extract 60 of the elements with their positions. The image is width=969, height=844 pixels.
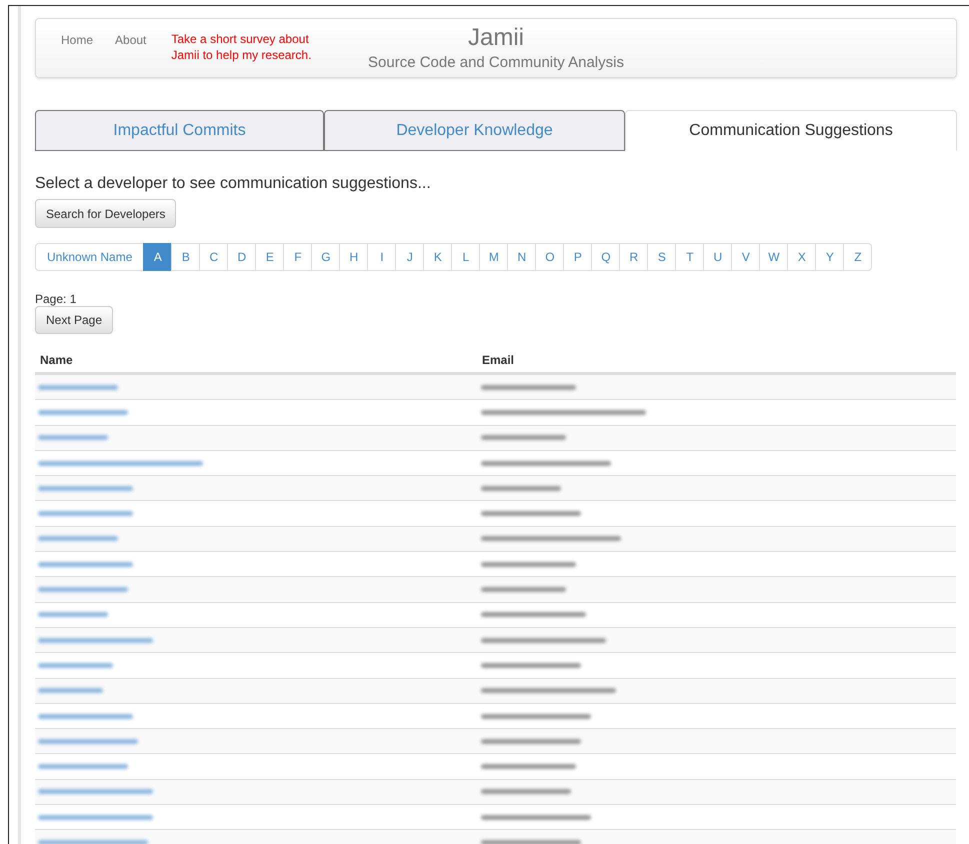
- blurred-name[interactable]: [38, 587, 128, 592]
- blurred-name[interactable]: [38, 714, 133, 718]
- letter-filter[interactable]: L: [451, 243, 480, 271]
- letter-filter[interactable]: E: [255, 243, 284, 271]
- letter-filter[interactable]: S: [647, 243, 676, 271]
- instruction-text: Select a developer to see communication suggestions...: [35, 174, 432, 194]
- tab[interactable]: Communication Suggestions: [625, 110, 957, 151]
- blurred-name[interactable]: [38, 460, 203, 466]
- blurred-name[interactable]: [38, 612, 108, 618]
- blurred-name[interactable]: [38, 789, 153, 794]
- letter-filter[interactable]: Z: [843, 243, 872, 271]
- letter-filter[interactable]: T: [675, 243, 704, 271]
- letter-filter[interactable]: B: [171, 243, 200, 271]
- letter-filter[interactable]: M: [479, 243, 508, 271]
- letter-filter[interactable]: O: [535, 243, 564, 271]
- blurred-name[interactable]: [38, 384, 118, 390]
- column-header: Name: [39, 353, 74, 369]
- nav-link[interactable]: Home: [61, 31, 94, 49]
- letter-filter[interactable]: U: [703, 243, 732, 271]
- blurred-name[interactable]: [38, 562, 133, 567]
- letter-filter[interactable]: P: [563, 243, 592, 271]
- blurred-name[interactable]: [38, 814, 153, 820]
- letter-filter[interactable]: H: [339, 243, 368, 271]
- blurred-name[interactable]: [38, 764, 128, 770]
- blurred-name[interactable]: [38, 738, 138, 744]
- blurred-name[interactable]: [38, 435, 108, 440]
- letter-filter[interactable]: Unknown Name: [35, 243, 144, 271]
- letter-filter[interactable]: F: [283, 243, 312, 271]
- page-label: Page: 1: [35, 292, 78, 306]
- survey-link[interactable]: Take a short survey about Jamii to help my research.: [171, 31, 322, 63]
- letter-filter[interactable]: K: [423, 243, 452, 271]
- letter-filter[interactable]: D: [227, 243, 256, 271]
- blurred-name[interactable]: [38, 410, 128, 415]
- letter-filter[interactable]: N: [507, 243, 536, 271]
- blurred-name[interactable]: [38, 536, 118, 542]
- letter-filter[interactable]: G: [311, 243, 340, 271]
- next-page-button[interactable]: Next Page: [35, 306, 114, 334]
- letter-filter[interactable]: R: [619, 243, 648, 271]
- letter-filter[interactable]: I: [367, 243, 396, 271]
- letter-filter[interactable]: W: [759, 243, 788, 271]
- blurred-name[interactable]: [38, 662, 113, 668]
- blurred-name[interactable]: [38, 688, 103, 694]
- letter-filter[interactable]: V: [731, 243, 760, 271]
- site-title: Jamii: [468, 23, 524, 53]
- letter-filter[interactable]: J: [395, 243, 424, 271]
- blurred-name[interactable]: [38, 840, 148, 844]
- blurred-name[interactable]: [38, 486, 133, 491]
- site-subtitle: Source Code and Community Analysis: [368, 53, 624, 73]
- letter-filter[interactable]: Y: [815, 243, 844, 271]
- column-header: Email: [481, 353, 516, 369]
- letter-filter[interactable]: A: [143, 243, 172, 271]
- letter-filter[interactable]: C: [199, 243, 228, 271]
- letter-filter[interactable]: Q: [591, 243, 620, 271]
- blurred-name[interactable]: [38, 511, 133, 516]
- tab[interactable]: Developer Knowledge: [324, 110, 625, 151]
- tab[interactable]: Impactful Commits: [35, 110, 324, 151]
- blurred-name[interactable]: [38, 638, 153, 643]
- nav-link[interactable]: About: [115, 31, 146, 49]
- search-developers-button[interactable]: Search for Developers: [35, 199, 176, 228]
- letter-filter[interactable]: X: [787, 243, 816, 271]
